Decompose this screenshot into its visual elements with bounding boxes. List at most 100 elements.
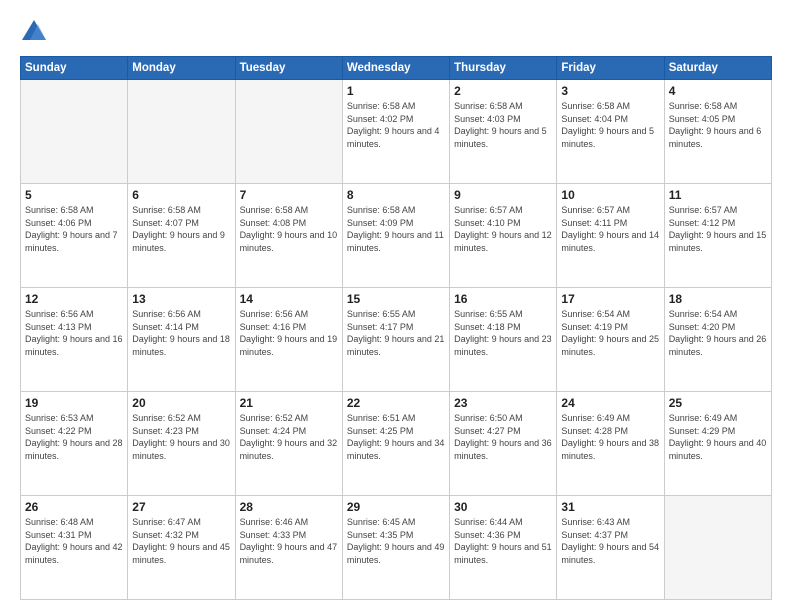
day-number: 20 [132,396,230,410]
calendar-cell: 28 Sunrise: 6:46 AM Sunset: 4:33 PM Dayli… [235,496,342,600]
day-number: 4 [669,84,767,98]
day-number: 14 [240,292,338,306]
day-number: 30 [454,500,552,514]
calendar-cell: 5Sunrise: 6:58 AM Sunset: 4:06 PM Daylig… [21,184,128,288]
logo-icon [20,18,48,46]
calendar-cell: 9 Sunrise: 6:57 AM Sunset: 4:10 PM Daylig… [450,184,557,288]
day-info: Sunrise: 6:58 AM Sunset: 4:07 PM Dayligh… [132,204,230,254]
calendar-cell: 26 Sunrise: 6:48 AM Sunset: 4:31 PM Dayli… [21,496,128,600]
day-info: Sunrise: 6:52 AM Sunset: 4:23 PM Dayligh… [132,412,230,462]
day-info: Sunrise: 6:50 AM Sunset: 4:27 PM Dayligh… [454,412,552,462]
calendar-cell: 1 Sunrise: 6:58 AM Sunset: 4:02 PM Daylig… [342,80,449,184]
weekday-header-monday: Monday [128,57,235,80]
day-info: Sunrise: 6:49 AM Sunset: 4:29 PM Dayligh… [669,412,767,462]
day-number: 18 [669,292,767,306]
day-number: 9 [454,188,552,202]
calendar-table: SundayMondayTuesdayWednesdayThursdayFrid… [20,56,772,600]
day-info: Sunrise: 6:56 AM Sunset: 4:13 PM Dayligh… [25,308,123,358]
day-info: Sunrise: 6:47 AM Sunset: 4:32 PM Dayligh… [132,516,230,566]
day-info: Sunrise: 6:56 AM Sunset: 4:16 PM Dayligh… [240,308,338,358]
calendar-cell: 30 Sunrise: 6:44 AM Sunset: 4:36 PM Dayli… [450,496,557,600]
day-info: Sunrise: 6:58 AM Sunset: 4:04 PM Dayligh… [561,100,659,150]
day-info: Sunrise: 6:49 AM Sunset: 4:28 PM Dayligh… [561,412,659,462]
calendar-cell: 11 Sunrise: 6:57 AM Sunset: 4:12 PM Dayli… [664,184,771,288]
day-info: Sunrise: 6:58 AM Sunset: 4:02 PM Dayligh… [347,100,445,150]
calendar-cell: 17 Sunrise: 6:54 AM Sunset: 4:19 PM Dayli… [557,288,664,392]
logo [20,18,52,46]
calendar-week-row: 5Sunrise: 6:58 AM Sunset: 4:06 PM Daylig… [21,184,772,288]
calendar-week-row: 12 Sunrise: 6:56 AM Sunset: 4:13 PM Dayli… [21,288,772,392]
day-number: 7 [240,188,338,202]
weekday-header-row: SundayMondayTuesdayWednesdayThursdayFrid… [21,57,772,80]
day-number: 6 [132,188,230,202]
calendar-cell: 22 Sunrise: 6:51 AM Sunset: 4:25 PM Dayli… [342,392,449,496]
calendar-cell: 13Sunrise: 6:56 AM Sunset: 4:14 PM Dayli… [128,288,235,392]
day-number: 2 [454,84,552,98]
calendar-cell [128,80,235,184]
day-info: Sunrise: 6:57 AM Sunset: 4:10 PM Dayligh… [454,204,552,254]
day-number: 16 [454,292,552,306]
page: SundayMondayTuesdayWednesdayThursdayFrid… [0,0,792,612]
day-info: Sunrise: 6:52 AM Sunset: 4:24 PM Dayligh… [240,412,338,462]
calendar-cell: 23Sunrise: 6:50 AM Sunset: 4:27 PM Dayli… [450,392,557,496]
day-number: 27 [132,500,230,514]
calendar-cell: 3 Sunrise: 6:58 AM Sunset: 4:04 PM Daylig… [557,80,664,184]
day-info: Sunrise: 6:58 AM Sunset: 4:03 PM Dayligh… [454,100,552,150]
day-info: Sunrise: 6:54 AM Sunset: 4:19 PM Dayligh… [561,308,659,358]
day-number: 1 [347,84,445,98]
day-number: 28 [240,500,338,514]
weekday-header-tuesday: Tuesday [235,57,342,80]
calendar-cell: 20 Sunrise: 6:52 AM Sunset: 4:23 PM Dayli… [128,392,235,496]
day-info: Sunrise: 6:57 AM Sunset: 4:12 PM Dayligh… [669,204,767,254]
day-info: Sunrise: 6:58 AM Sunset: 4:05 PM Dayligh… [669,100,767,150]
day-number: 12 [25,292,123,306]
day-number: 8 [347,188,445,202]
day-info: Sunrise: 6:56 AM Sunset: 4:14 PM Dayligh… [132,308,230,358]
day-number: 22 [347,396,445,410]
day-number: 26 [25,500,123,514]
day-info: Sunrise: 6:46 AM Sunset: 4:33 PM Dayligh… [240,516,338,566]
day-number: 10 [561,188,659,202]
day-number: 29 [347,500,445,514]
day-number: 31 [561,500,659,514]
day-info: Sunrise: 6:58 AM Sunset: 4:06 PM Dayligh… [25,204,123,254]
day-info: Sunrise: 6:48 AM Sunset: 4:31 PM Dayligh… [25,516,123,566]
calendar-cell: 18 Sunrise: 6:54 AM Sunset: 4:20 PM Dayli… [664,288,771,392]
day-number: 17 [561,292,659,306]
calendar-week-row: 1 Sunrise: 6:58 AM Sunset: 4:02 PM Daylig… [21,80,772,184]
calendar-cell: 15 Sunrise: 6:55 AM Sunset: 4:17 PM Dayli… [342,288,449,392]
header [20,18,772,46]
calendar-cell: 8Sunrise: 6:58 AM Sunset: 4:09 PM Daylig… [342,184,449,288]
day-info: Sunrise: 6:55 AM Sunset: 4:18 PM Dayligh… [454,308,552,358]
calendar-cell: 14 Sunrise: 6:56 AM Sunset: 4:16 PM Dayli… [235,288,342,392]
weekday-header-sunday: Sunday [21,57,128,80]
weekday-header-friday: Friday [557,57,664,80]
day-number: 15 [347,292,445,306]
calendar-cell: 12 Sunrise: 6:56 AM Sunset: 4:13 PM Dayli… [21,288,128,392]
day-number: 3 [561,84,659,98]
calendar-cell: 27 Sunrise: 6:47 AM Sunset: 4:32 PM Dayli… [128,496,235,600]
calendar-cell: 31 Sunrise: 6:43 AM Sunset: 4:37 PM Dayli… [557,496,664,600]
calendar-cell: 6 Sunrise: 6:58 AM Sunset: 4:07 PM Daylig… [128,184,235,288]
day-info: Sunrise: 6:54 AM Sunset: 4:20 PM Dayligh… [669,308,767,358]
day-number: 21 [240,396,338,410]
calendar-cell: 16 Sunrise: 6:55 AM Sunset: 4:18 PM Dayli… [450,288,557,392]
day-number: 19 [25,396,123,410]
day-info: Sunrise: 6:43 AM Sunset: 4:37 PM Dayligh… [561,516,659,566]
day-info: Sunrise: 6:55 AM Sunset: 4:17 PM Dayligh… [347,308,445,358]
day-info: Sunrise: 6:57 AM Sunset: 4:11 PM Dayligh… [561,204,659,254]
day-info: Sunrise: 6:44 AM Sunset: 4:36 PM Dayligh… [454,516,552,566]
weekday-header-thursday: Thursday [450,57,557,80]
calendar-week-row: 26 Sunrise: 6:48 AM Sunset: 4:31 PM Dayli… [21,496,772,600]
calendar-week-row: 19Sunrise: 6:53 AM Sunset: 4:22 PM Dayli… [21,392,772,496]
calendar-cell: 4 Sunrise: 6:58 AM Sunset: 4:05 PM Daylig… [664,80,771,184]
calendar-cell [21,80,128,184]
day-info: Sunrise: 6:51 AM Sunset: 4:25 PM Dayligh… [347,412,445,462]
calendar-cell: 29 Sunrise: 6:45 AM Sunset: 4:35 PM Dayli… [342,496,449,600]
day-info: Sunrise: 6:45 AM Sunset: 4:35 PM Dayligh… [347,516,445,566]
day-number: 11 [669,188,767,202]
calendar-cell [235,80,342,184]
calendar-cell: 2 Sunrise: 6:58 AM Sunset: 4:03 PM Daylig… [450,80,557,184]
calendar-cell: 21 Sunrise: 6:52 AM Sunset: 4:24 PM Dayli… [235,392,342,496]
day-number: 25 [669,396,767,410]
